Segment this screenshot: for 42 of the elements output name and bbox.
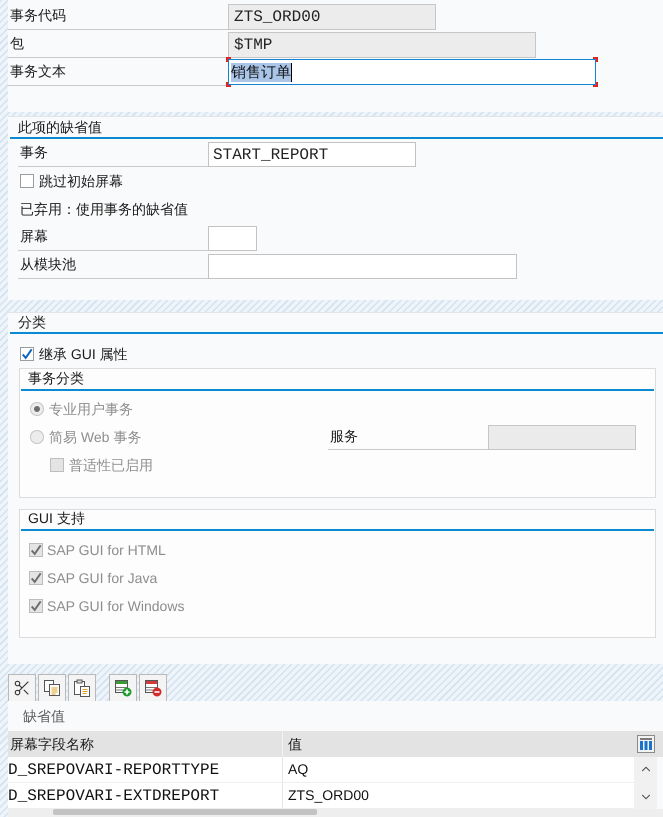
table-title: 缺省值 [23, 706, 65, 726]
paste-icon [73, 679, 91, 697]
horizontal-scrollbar[interactable] [8, 809, 663, 817]
delete-row-button[interactable] [139, 674, 167, 701]
checkbox-label: SAP GUI for Java [47, 568, 158, 588]
section-title: 此项的缺省值 [17, 118, 103, 136]
cut-icon [13, 679, 31, 697]
text-field[interactable]: 销售订单 [226, 57, 598, 87]
checkbox-label: 继承 GUI 属性 [39, 344, 128, 364]
delete-row-icon [144, 679, 162, 697]
readonly-field[interactable]: $TMP [228, 32, 536, 58]
checkbox-label: 跳过初始屏幕 [39, 172, 123, 190]
checkbox-label: 普适性已启用 [69, 456, 153, 474]
vertical-scrollbar[interactable] [634, 757, 657, 809]
table-cell: D_SREPOVARI-REPORTTYPE [8, 757, 283, 782]
column-header[interactable]: 屏幕字段名称 [8, 731, 283, 757]
deprecation-note: 已弃用：使用事务的缺省值 [20, 200, 188, 218]
column-settings-icon[interactable] [636, 735, 654, 753]
text-field[interactable] [208, 226, 257, 251]
copy-button[interactable] [38, 674, 66, 701]
group-title: GUI 支持 [27, 510, 86, 528]
checkbox[interactable] [20, 347, 34, 361]
cut-button[interactable] [8, 674, 36, 701]
copy-icon [43, 679, 61, 697]
readonly-field[interactable]: ZTS_ORD00 [228, 4, 436, 30]
checkbox[interactable] [20, 174, 34, 188]
table-cell-text: ZTS_ORD00 [287, 786, 370, 805]
table-cell: D_SREPOVARI-EXTDREPORT [8, 783, 283, 808]
radio-label: 简易 Web 事务 [49, 428, 142, 446]
checkbox-label: SAP GUI for HTML [47, 540, 166, 560]
text-field[interactable] [208, 254, 517, 279]
text-field[interactable]: START_REPORT [208, 142, 416, 167]
paste-button[interactable] [68, 674, 96, 701]
radio-label: 专业用户事务 [49, 400, 133, 418]
scrollbar-thumb[interactable] [53, 809, 317, 815]
field-label: 包 [8, 30, 228, 58]
group-title: 事务分类 [27, 369, 85, 388]
checkbox-label: SAP GUI for Windows [47, 596, 184, 616]
table-cell-text: AQ [287, 760, 310, 779]
section-title: 分类 [17, 313, 47, 332]
insert-row-button[interactable] [109, 674, 137, 701]
insert-row-icon [114, 679, 132, 697]
